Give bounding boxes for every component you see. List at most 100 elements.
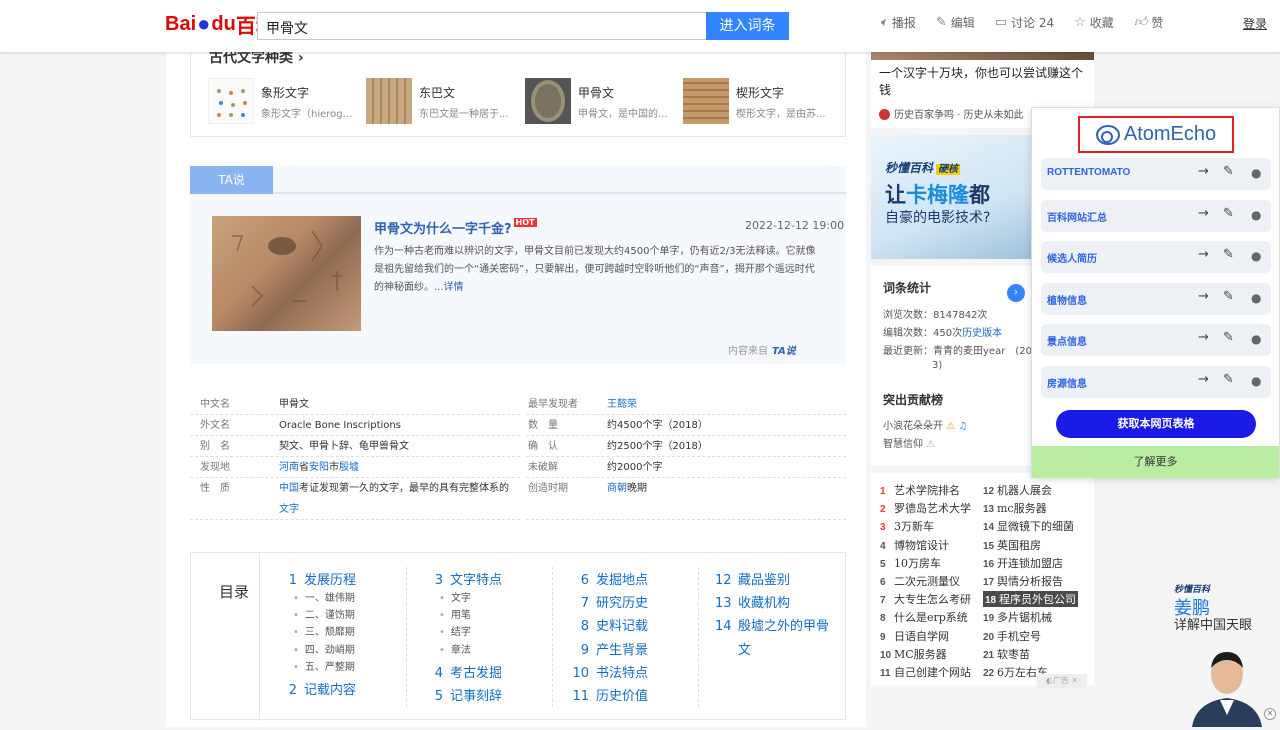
pencil-icon[interactable]: ✎	[1223, 206, 1234, 221]
rank-item[interactable]: 3 3万新车	[880, 518, 934, 534]
edit-button[interactable]: ✎ 编辑	[936, 14, 975, 31]
info-link-shang[interactable]: 商朝	[607, 483, 627, 494]
rank-item[interactable]: 10 MC服务器	[880, 646, 947, 662]
extension-item[interactable]: 房源信息 → ✎ ●	[1041, 365, 1271, 398]
toc-subitem[interactable]: • 章法	[439, 641, 471, 656]
info-link-yinxu[interactable]: 殷墟	[339, 462, 359, 473]
arrow-right-icon[interactable]: →	[1198, 330, 1209, 345]
rank-item[interactable]: 11 自己创建个网站	[880, 664, 971, 680]
rank-item[interactable]: 18 程序员外包公司	[983, 591, 1078, 608]
pencil-icon[interactable]: ✎	[1223, 289, 1234, 304]
rank-item[interactable]: 6 二次元测量仪	[880, 573, 960, 589]
toc-subitem[interactable]: • 五、严整期	[293, 658, 355, 673]
extension-item[interactable]: 候选人简历 → ✎ ●	[1041, 241, 1271, 273]
rank-item[interactable]: 14 显微镜下的细菌	[983, 518, 1074, 534]
toc-subitem[interactable]: • 四、劲峭期	[293, 641, 355, 656]
history-version-link[interactable]: 历史版本	[962, 328, 1002, 339]
toc-item[interactable]: 2 记载内容	[283, 679, 356, 698]
rank-item[interactable]: 4 博物馆设计	[880, 537, 949, 553]
extension-item[interactable]: 景点信息 → ✎ ●	[1041, 324, 1271, 356]
login-link[interactable]: 登录	[1243, 15, 1267, 32]
toc-item[interactable]: 1 发展历程	[283, 569, 356, 588]
pin-icon[interactable]: ●	[1251, 249, 1261, 263]
pin-icon[interactable]: ●	[1251, 166, 1261, 180]
toc-item[interactable]: 9 产生背景	[575, 639, 648, 658]
toc-item[interactable]: 7 研究历史	[575, 592, 648, 611]
rank-item[interactable]: 12 机器人展会	[983, 482, 1052, 498]
arrow-right-icon[interactable]: →	[1198, 164, 1209, 179]
expand-arrow-icon[interactable]: ›	[1007, 284, 1025, 302]
rank-item[interactable]: 19 多片锯机械	[983, 609, 1052, 625]
atomecho-logo[interactable]: AtomEcho	[1078, 116, 1234, 153]
ta-brand-logo[interactable]: TA说	[772, 346, 796, 357]
extension-item[interactable]: 百科网站汇总 → ✎ ●	[1041, 199, 1271, 232]
toc-item[interactable]: 12 藏品鉴别	[715, 569, 790, 588]
arrow-right-icon[interactable]: →	[1198, 206, 1209, 221]
rank-item[interactable]: 15 英国租房	[983, 537, 1041, 553]
ta-article-image[interactable]	[212, 216, 361, 331]
close-icon[interactable]: ✕	[1264, 708, 1276, 720]
ancient-item-dongba[interactable]: 东巴文 东巴文是一种居于...	[366, 78, 516, 126]
ta-tab[interactable]: TA说	[190, 166, 273, 194]
rank-item[interactable]: 2 罗德岛艺术大学	[880, 500, 971, 516]
pencil-icon[interactable]: ✎	[1223, 164, 1234, 179]
toc-subitem[interactable]: • 结字	[439, 623, 471, 638]
toc-subitem[interactable]: • 二、谨饬期	[293, 606, 355, 621]
info-link-wang[interactable]: 王懿荣	[607, 394, 637, 415]
toc-item[interactable]: 14 殷墟之外的甲骨	[715, 615, 829, 634]
favorite-button[interactable]: ☆ 收藏	[1074, 14, 1114, 31]
info-link-wenzi[interactable]: 文字	[279, 504, 299, 515]
rank-item[interactable]: 7 大专生怎么考研	[880, 591, 971, 607]
pin-icon[interactable]: ●	[1251, 208, 1261, 222]
info-link-anyang[interactable]: 安阳	[309, 462, 329, 473]
toc-subitem[interactable]: • 三、颓靡期	[293, 623, 355, 638]
toc-subitem[interactable]: • 一、雄伟期	[293, 589, 355, 604]
rank-item[interactable]: 1 艺术学院排名	[880, 482, 960, 498]
arrow-right-icon[interactable]: →	[1198, 247, 1209, 262]
pin-icon[interactable]: ●	[1251, 374, 1261, 388]
rank-item[interactable]: 16 开连锁加盟店	[983, 555, 1063, 571]
rank-item[interactable]: 9 日语自学网	[880, 628, 949, 644]
info-link-china[interactable]: 中国	[279, 483, 299, 494]
ta-more-link[interactable]: ...详情	[434, 282, 464, 293]
rank-item[interactable]: 5 10万房车	[880, 555, 941, 571]
toc-subitem[interactable]: • 用笔	[439, 606, 471, 621]
discuss-button[interactable]: ▭ 讨论 24	[995, 14, 1054, 31]
arrow-right-icon[interactable]: →	[1198, 289, 1209, 304]
toc-item[interactable]: 4 考古发掘	[429, 662, 502, 681]
toc-item[interactable]: 13 收藏机构	[715, 592, 790, 611]
search-input[interactable]: 甲骨文	[257, 12, 706, 40]
toc-item[interactable]: 6 发掘地点	[575, 569, 648, 588]
ta-article-title[interactable]: 甲骨文为什么一字千金? HOT	[374, 218, 537, 237]
extension-item[interactable]: ROTTENTOMATO → ✎ ●	[1041, 158, 1271, 190]
ancient-item-cuneiform[interactable]: 楔形文字 楔形文字，是由苏...	[683, 78, 833, 126]
ancient-item-oracle[interactable]: 甲骨文 甲骨文，是中国的...	[525, 78, 675, 126]
toc-item[interactable]: 11 历史价值	[568, 685, 648, 704]
contributor[interactable]: 小浪花朵朵开 ⚠ ♫	[883, 417, 967, 432]
toc-item[interactable]: 8 史料记载	[575, 615, 648, 634]
rank-item[interactable]: 17 舆情分析报告	[983, 573, 1063, 589]
rank-item[interactable]: 21 软枣苗	[983, 646, 1030, 662]
ad-tag[interactable]: ◐广告 ✕	[1037, 674, 1087, 688]
ad-banner-jiangpeng[interactable]: 秒懂百科 姜鹏 详解中国天眼 ✕	[1110, 570, 1280, 727]
pin-icon[interactable]: ●	[1251, 291, 1261, 305]
info-link-henan[interactable]: 河南	[279, 462, 299, 473]
broadcast-button[interactable]: 🔈︎ 播报	[880, 14, 916, 31]
pencil-icon[interactable]: ✎	[1223, 247, 1234, 262]
pin-icon[interactable]: ●	[1251, 332, 1261, 346]
pencil-icon[interactable]: ✎	[1223, 372, 1234, 387]
toc-subitem[interactable]: • 文字	[439, 589, 471, 604]
rank-item[interactable]: 20 手机空号	[983, 628, 1041, 644]
enter-entry-button[interactable]: 进入词条	[706, 12, 789, 40]
get-table-button[interactable]: 获取本网页表格	[1056, 410, 1256, 438]
toc-item-wrap[interactable]: 文	[738, 639, 751, 658]
extension-item[interactable]: 植物信息 → ✎ ●	[1041, 282, 1271, 315]
contributor[interactable]: 智慧信仰 ⚠	[883, 435, 935, 450]
toc-item[interactable]: 5 记事刻辞	[429, 685, 502, 704]
toc-item[interactable]: 10 书法特点	[568, 662, 648, 681]
rank-item[interactable]: 8 什么是erp系统	[880, 609, 968, 625]
arrow-right-icon[interactable]: →	[1198, 372, 1209, 387]
ancient-item-pictograph[interactable]: 象形文字 象形文字（hierogl...	[208, 78, 358, 126]
pencil-icon[interactable]: ✎	[1223, 330, 1234, 345]
learn-more-button[interactable]: 了解更多	[1032, 446, 1279, 478]
